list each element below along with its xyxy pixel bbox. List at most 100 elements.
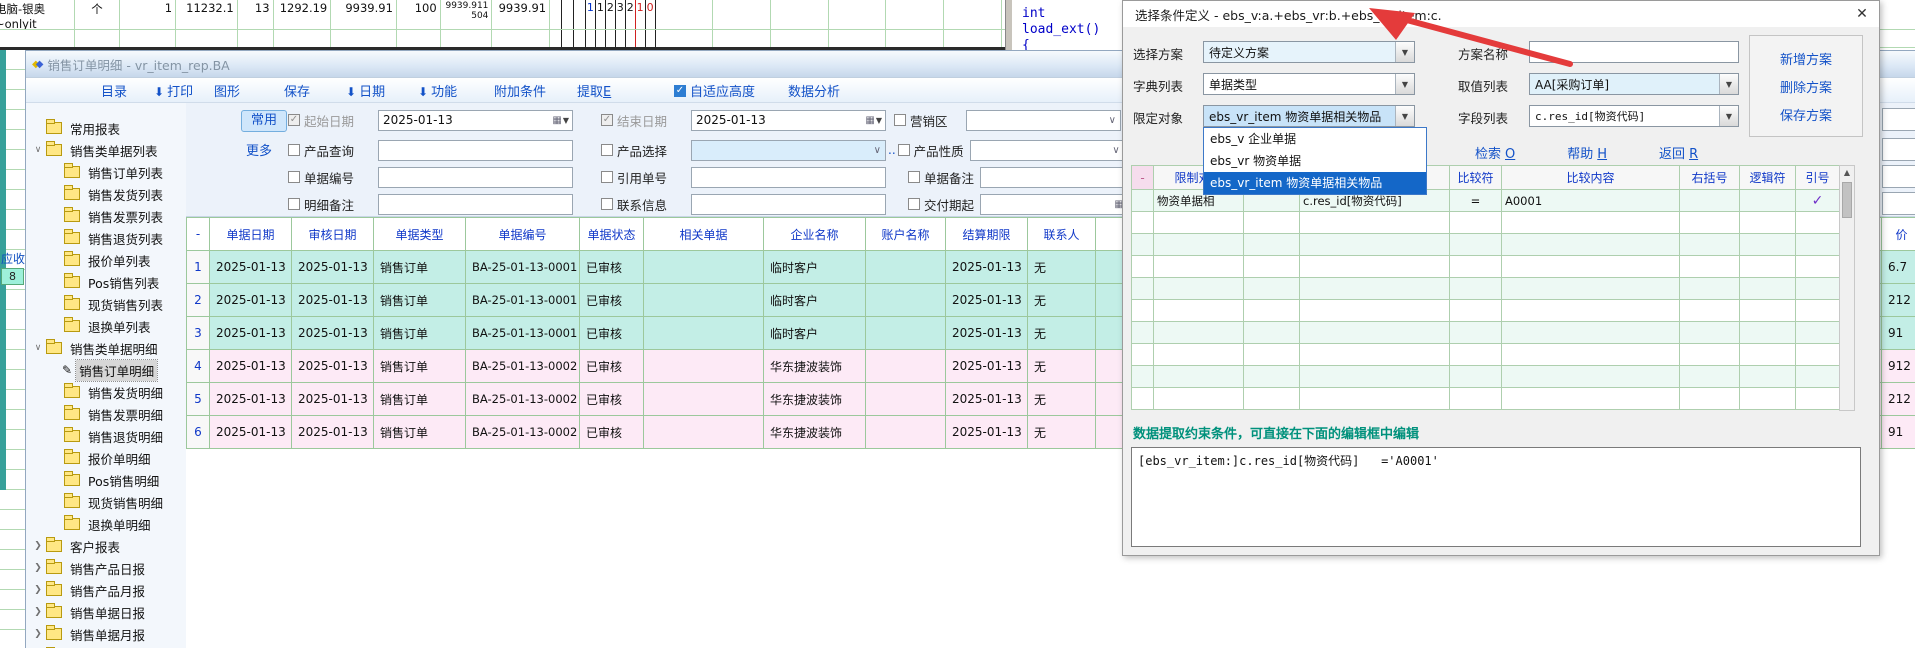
grid-cell[interactable] <box>1740 300 1796 322</box>
grid-cell[interactable] <box>1680 388 1740 410</box>
dict-list-combo[interactable]: 单据类型▼ <box>1203 73 1415 95</box>
tree-item[interactable]: ∨销售类单据明细 <box>26 337 186 359</box>
grid-cell[interactable] <box>1502 388 1680 410</box>
tree-item[interactable]: ∨销售类单据列表 <box>26 139 186 161</box>
chevron-down-icon[interactable]: ▼ <box>1395 42 1414 62</box>
product-query-checkbox[interactable]: 产品查询 <box>288 141 378 160</box>
grid-cell[interactable] <box>1300 256 1450 278</box>
expand-icon[interactable]: ❯ <box>32 585 44 595</box>
grid-cell[interactable] <box>1796 388 1840 410</box>
start-date-input[interactable]: 2025-01-13▦▼ <box>378 110 573 131</box>
grid-cell[interactable] <box>1300 322 1450 344</box>
chevron-down-icon[interactable]: ▼ <box>1395 74 1414 94</box>
toolbar-data-analysis-button[interactable]: 数据分析 <box>788 81 840 100</box>
grid-column-header[interactable]: 引号 <box>1796 166 1840 190</box>
detail-remark-input[interactable] <box>378 194 573 215</box>
tree-item[interactable]: 常用报表 <box>26 117 186 139</box>
ref-number-input[interactable] <box>691 167 886 188</box>
grid-cell[interactable] <box>1740 190 1796 212</box>
grid-cell[interactable] <box>1680 344 1740 366</box>
grid-cell[interactable] <box>1300 234 1450 256</box>
product-nature-select[interactable]: ∨ <box>970 140 1125 161</box>
quote-check-cell[interactable]: ✓ <box>1796 190 1840 212</box>
grid-cell[interactable] <box>1132 234 1154 256</box>
grid-cell[interactable] <box>1154 388 1244 410</box>
grid-row[interactable] <box>1132 234 1840 256</box>
column-header[interactable]: 审核日期 <box>292 218 374 251</box>
grid-cell[interactable] <box>1740 322 1796 344</box>
grid-row[interactable] <box>1132 300 1840 322</box>
field-list-combo[interactable]: c.res_id[物资代码]▼ <box>1529 105 1739 127</box>
scroll-up-icon[interactable]: ▲ <box>1840 166 1854 180</box>
grid-cell[interactable] <box>1796 300 1840 322</box>
contact-info-checkbox[interactable]: 联系信息 <box>601 195 691 214</box>
grid-cell[interactable] <box>1244 300 1300 322</box>
grid-cell[interactable] <box>1132 388 1154 410</box>
expand-icon[interactable]: ❯ <box>32 629 44 639</box>
grid-cell[interactable] <box>1132 212 1154 234</box>
condition-grid[interactable]: -限制对象左括号左比较值比较符比较内容右括号逻辑符引号物资单据相c.res_id… <box>1131 165 1840 410</box>
grid-cell[interactable] <box>1796 366 1840 388</box>
grid-cell[interactable] <box>1796 234 1840 256</box>
doc-number-input[interactable] <box>378 167 573 188</box>
grid-cell[interactable] <box>1154 234 1244 256</box>
grid-cell[interactable] <box>1300 366 1450 388</box>
grid-column-header[interactable]: 比较内容 <box>1502 166 1680 190</box>
dropdown-option[interactable]: ebs_vr 物资单据 <box>1204 150 1426 172</box>
grid-cell[interactable] <box>1244 366 1300 388</box>
grid-cell[interactable] <box>1450 366 1502 388</box>
grid-row[interactable] <box>1132 388 1840 410</box>
grid-cell[interactable] <box>1244 234 1300 256</box>
tree-item[interactable]: 退换单列表 <box>26 315 186 337</box>
limit-object-combo[interactable]: ebs_vr_item 物资单据相关物品▼ <box>1203 105 1415 127</box>
clipped-filter-field[interactable] <box>1882 138 1915 161</box>
grid-cell[interactable] <box>1450 388 1502 410</box>
chevron-down-icon[interactable]: ▼ <box>1395 106 1414 126</box>
grid-cell[interactable] <box>1244 322 1300 344</box>
grid-cell[interactable] <box>1244 212 1300 234</box>
grid-cell[interactable] <box>1450 278 1502 300</box>
grid-cell[interactable] <box>1244 344 1300 366</box>
grid-column-header[interactable]: 右括号 <box>1680 166 1740 190</box>
column-header[interactable]: 企业名称 <box>764 218 866 251</box>
tree-item[interactable]: 现货销售明细 <box>26 491 186 513</box>
grid-cell[interactable] <box>1796 256 1840 278</box>
tree-item[interactable]: 销售发票明细 <box>26 403 186 425</box>
tree-item[interactable]: 销售发货明细 <box>26 381 186 403</box>
filter-tab-common[interactable]: 常用 <box>241 110 287 132</box>
column-header[interactable]: 单据类型 <box>374 218 466 251</box>
constraint-expression-editor[interactable]: [ebs_vr_item:]c.res_id[物资代码] ='A0001' <box>1131 447 1861 547</box>
grid-cell[interactable] <box>1300 212 1450 234</box>
collapse-icon[interactable]: ∨ <box>32 145 44 155</box>
grid-row[interactable] <box>1132 344 1840 366</box>
grid-cell[interactable] <box>1300 278 1450 300</box>
grid-cell[interactable] <box>1796 344 1840 366</box>
start-date-checkbox[interactable]: ✓起始日期 <box>288 111 378 130</box>
grid-cell[interactable] <box>1154 278 1244 300</box>
grid-cell[interactable] <box>1132 278 1154 300</box>
dropdown-option[interactable]: ebs_v 企业单据 <box>1204 128 1426 150</box>
grid-cell[interactable] <box>1244 256 1300 278</box>
collapse-icon[interactable]: ∨ <box>32 343 44 353</box>
tree-item[interactable]: 报价单明细 <box>26 447 186 469</box>
grid-column-header[interactable]: 比较符 <box>1450 166 1502 190</box>
add-scheme-button[interactable]: 新增方案 <box>1780 49 1832 68</box>
grid-cell[interactable] <box>1502 300 1680 322</box>
tree-item[interactable]: 退换单明细 <box>26 513 186 535</box>
grid-cell[interactable] <box>1450 344 1502 366</box>
grid-cell[interactable] <box>1154 212 1244 234</box>
grid-cell[interactable] <box>1680 322 1740 344</box>
tree-item[interactable]: 销售退货明细 <box>26 425 186 447</box>
clipped-filter-field[interactable] <box>1882 192 1915 215</box>
toolbar-function-button[interactable]: ⬇功能 <box>418 81 457 100</box>
grid-cell[interactable] <box>1300 344 1450 366</box>
tree-item[interactable]: ❯客户报表 <box>26 535 186 557</box>
scroll-thumb[interactable] <box>1842 182 1852 218</box>
grid-cell[interactable] <box>1502 278 1680 300</box>
detail-remark-checkbox[interactable]: 明细备注 <box>288 195 378 214</box>
grid-cell[interactable] <box>1740 212 1796 234</box>
tree-item[interactable]: ❯销售单据日报 <box>26 601 186 623</box>
chevron-down-icon[interactable]: ▼ <box>1719 74 1738 94</box>
grid-cell[interactable] <box>1450 322 1502 344</box>
column-header[interactable]: 联系人 <box>1028 218 1096 251</box>
